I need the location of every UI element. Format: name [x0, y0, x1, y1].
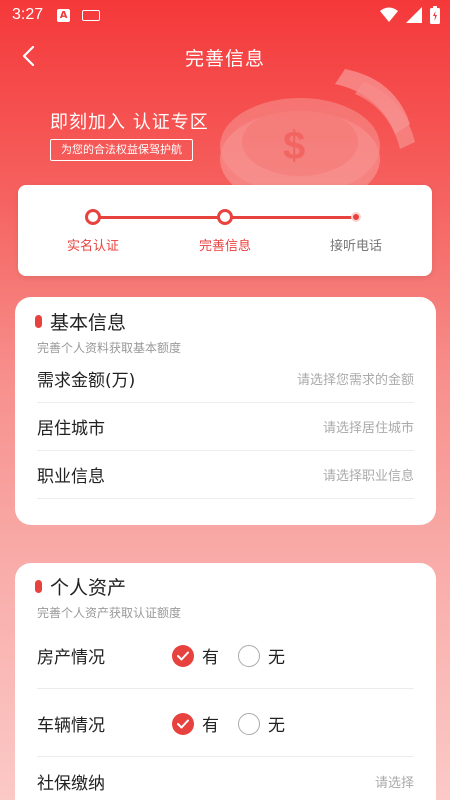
vehicle-no-label: 无 [268, 716, 285, 736]
vehicle-no-option[interactable]: 无 [238, 711, 285, 736]
property-no-label: 无 [268, 648, 285, 668]
check-icon [177, 651, 189, 660]
check-icon [177, 719, 189, 728]
banner-headline: 即刻加入 认证专区 [50, 112, 209, 133]
vehicle-yes-radio[interactable] [172, 712, 194, 735]
property-no-option[interactable]: 无 [238, 643, 285, 668]
battery-icon [430, 6, 440, 24]
vehicle-yes-option[interactable]: 有 [172, 711, 219, 736]
assets-title-row: 个人资产 [35, 573, 126, 600]
basic-info-card: 基本信息 完善个人资料获取基本额度 需求金额(万) 请选择您需求的金额 居住城市… [15, 297, 436, 525]
vehicle-yes-label: 有 [202, 716, 219, 736]
banner-tag: 为您的合法权益保驾护航 [50, 139, 193, 161]
vehicle-label: 车辆情况 [37, 716, 105, 736]
step-label-2: 完善信息 [198, 239, 251, 254]
occupation-select[interactable]: 请选择职业信息 [323, 465, 414, 484]
property-yes-option[interactable]: 有 [172, 643, 219, 668]
property-no-radio[interactable] [238, 644, 260, 667]
status-time: 3:27 [12, 6, 44, 23]
social-security-label: 社保缴纳 [37, 774, 105, 794]
property-row: 房产情况 有 无 [37, 621, 414, 689]
vehicle-row: 车辆情况 有 无 [37, 689, 414, 757]
assets-subtitle: 完善个人资产获取认证额度 [37, 606, 182, 620]
title-marker-icon [35, 580, 42, 593]
demand-amount-row[interactable]: 需求金额(万) 请选择您需求的金额 [37, 355, 414, 403]
svg-text:$: $ [283, 124, 305, 168]
keyboard-icon [82, 9, 101, 21]
step-label-3: 接听电话 [329, 239, 382, 254]
social-security-select[interactable]: 请选择 [375, 772, 414, 791]
progress-steps-card: 实名认证 完善信息 接听电话 [18, 185, 432, 276]
assets-title: 个人资产 [50, 577, 127, 599]
title-marker-icon [35, 315, 42, 328]
step-label-1: 实名认证 [66, 239, 119, 254]
vehicle-no-radio[interactable] [238, 712, 260, 735]
occupation-row[interactable]: 职业信息 请选择职业信息 [37, 451, 414, 499]
property-yes-label: 有 [202, 648, 219, 668]
basic-info-title-row: 基本信息 [35, 308, 126, 335]
basic-info-title: 基本信息 [50, 312, 127, 334]
wifi-icon [380, 7, 398, 22]
step-dot-2 [217, 209, 233, 225]
residence-city-row[interactable]: 居住城市 请选择居住城市 [37, 403, 414, 451]
signal-icon [406, 7, 422, 23]
demand-amount-select[interactable]: 请选择您需求的金额 [297, 369, 414, 388]
basic-info-subtitle: 完善个人资料获取基本额度 [37, 341, 182, 355]
step-dot-3 [351, 212, 361, 222]
status-bar: 3:27 A [0, 0, 450, 30]
property-yes-radio[interactable] [172, 644, 194, 667]
a-notification-icon: A [57, 8, 71, 22]
social-security-row[interactable]: 社保缴纳 请选择 [37, 757, 414, 800]
residence-city-select[interactable]: 请选择居住城市 [323, 417, 414, 436]
property-label: 房产情况 [37, 648, 105, 668]
personal-assets-card: 个人资产 完善个人资产获取认证额度 房产情况 有 无 车辆情况 有 无 社保缴纳 [15, 563, 436, 800]
coin-icon: $ [220, 69, 415, 199]
occupation-label: 职业信息 [37, 467, 105, 487]
step-dot-1 [85, 209, 101, 225]
demand-amount-label: 需求金额(万) [37, 371, 136, 391]
residence-city-label: 居住城市 [37, 419, 105, 439]
